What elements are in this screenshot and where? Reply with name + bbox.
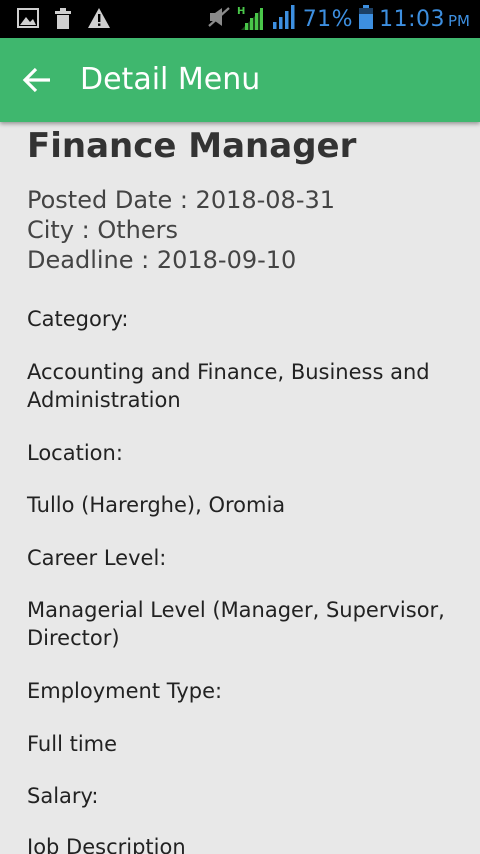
signal-icon bbox=[271, 5, 297, 33]
location-label: Location: bbox=[27, 441, 123, 465]
job-title: Finance Manager bbox=[27, 126, 357, 166]
trash-icon bbox=[55, 8, 71, 33]
employment-type-label: Employment Type: bbox=[27, 679, 223, 703]
page-title: Detail Menu bbox=[80, 62, 261, 97]
svg-text:H: H bbox=[237, 6, 245, 17]
clock-suffix: PM bbox=[448, 11, 470, 30]
job-meta: Posted Date : 2018-08-31 City : Others D… bbox=[27, 185, 335, 275]
career-level-value: Managerial Level (Manager, Supervisor, D… bbox=[27, 598, 445, 650]
career-level-label: Career Level: bbox=[27, 546, 167, 570]
clock: 11:03 PM bbox=[379, 7, 470, 32]
clock-time: 11:03 bbox=[379, 6, 445, 32]
battery-icon bbox=[359, 5, 374, 33]
category-value: Accounting and Finance, Business and Adm… bbox=[27, 360, 430, 412]
signal-h-icon: H bbox=[237, 4, 265, 34]
mute-icon bbox=[207, 6, 231, 32]
status-bar: H 71% 11:03 PM bbox=[0, 0, 480, 38]
city: City : Others bbox=[27, 216, 179, 244]
category-label: Category: bbox=[27, 307, 129, 331]
employment-type-value: Full time bbox=[27, 732, 118, 756]
battery-percent: 71% bbox=[302, 6, 354, 32]
location-value: Tullo (Harerghe), Oromia bbox=[27, 493, 286, 517]
salary-label: Salary: bbox=[27, 784, 99, 808]
back-arrow-icon[interactable] bbox=[22, 66, 54, 94]
job-detail-content[interactable]: Finance Manager Posted Date : 2018-08-31… bbox=[0, 122, 480, 854]
warning-icon bbox=[88, 8, 110, 32]
deadline: Deadline : 2018-09-10 bbox=[27, 246, 297, 274]
status-right: H 71% 11:03 PM bbox=[207, 0, 470, 38]
job-description-label: Job Description bbox=[27, 835, 186, 854]
app-bar: Detail Menu bbox=[0, 38, 480, 122]
image-icon bbox=[17, 8, 39, 32]
posted-date: Posted Date : 2018-08-31 bbox=[27, 186, 336, 214]
